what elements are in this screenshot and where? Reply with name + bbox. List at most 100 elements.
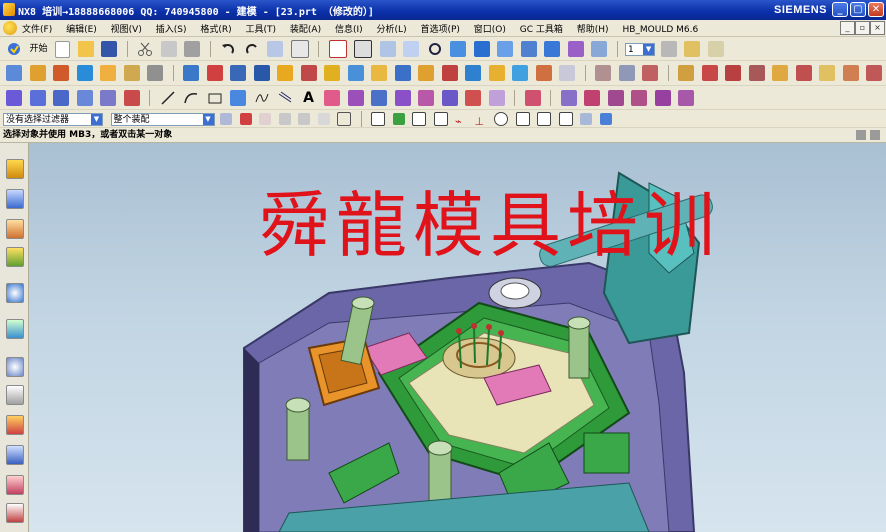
sew-icon[interactable] [418, 65, 434, 81]
sketch-offset-icon[interactable] [678, 90, 694, 106]
shaded-cube-icon[interactable] [450, 41, 467, 57]
menu-information[interactable]: 信息(I) [335, 22, 363, 35]
delete-face-icon[interactable] [535, 65, 552, 81]
mould-wizard-icon[interactable] [678, 65, 694, 81]
process-studio-icon[interactable] [6, 415, 24, 435]
menu-analysis[interactable]: 分析(L) [377, 22, 407, 35]
snap-point-icon[interactable] [259, 113, 271, 125]
status-settings-icon[interactable] [870, 130, 880, 140]
endpoint-snap-icon[interactable] [392, 113, 405, 125]
system-materials-icon[interactable] [6, 385, 24, 405]
system-scene-icon[interactable] [6, 503, 24, 523]
menu-window[interactable]: 窗口(O) [474, 22, 506, 35]
menu-view[interactable]: 视图(V) [111, 22, 142, 35]
cooling-icon[interactable] [772, 65, 788, 81]
start-icon[interactable] [6, 41, 22, 57]
selection-icon[interactable] [290, 40, 309, 58]
open-folder-icon[interactable] [77, 41, 94, 57]
doc-close-button[interactable]: × [870, 21, 885, 35]
quadrant-snap-icon[interactable] [515, 112, 530, 126]
section-view-icon[interactable] [591, 41, 608, 57]
menu-preferences[interactable]: 首选项(P) [420, 22, 459, 35]
vertex-select-icon[interactable] [317, 113, 330, 125]
pan-icon[interactable] [403, 41, 420, 57]
datum-csys-icon[interactable] [53, 90, 69, 106]
datum-plane-icon[interactable] [29, 90, 46, 106]
arc-icon[interactable] [183, 90, 199, 106]
app-menu-icon[interactable] [3, 21, 17, 35]
bridge-curve-icon[interactable] [394, 90, 411, 106]
history-icon[interactable] [6, 357, 24, 377]
measure-icon[interactable] [559, 65, 575, 81]
sketch-trim-icon[interactable] [607, 90, 624, 106]
hd3d-tools-icon[interactable] [6, 283, 24, 303]
part-navigator-icon[interactable] [6, 219, 24, 239]
chamfer-icon[interactable] [206, 65, 223, 81]
bom-icon[interactable] [866, 65, 882, 81]
mould-base-icon[interactable] [701, 65, 718, 81]
menu-hb-mould[interactable]: HB_MOULD M6.6 [622, 25, 698, 35]
intersect-curve-icon[interactable] [347, 90, 364, 106]
type-filter-select[interactable]: 没有选择过滤器 ▼ [3, 112, 103, 126]
chevron-down-icon[interactable]: ▼ [643, 43, 655, 55]
menu-format[interactable]: 格式(R) [200, 22, 231, 35]
replace-face-icon[interactable] [465, 65, 481, 81]
extract-curve-icon[interactable] [371, 90, 387, 106]
parting-icon[interactable] [819, 65, 835, 81]
boolean-icon[interactable] [76, 65, 93, 81]
assembly-navigator-icon[interactable] [6, 159, 24, 179]
doc-minimize-button[interactable]: _ [840, 21, 855, 35]
menu-assembly[interactable]: 装配(A) [290, 22, 321, 35]
menu-file[interactable]: 文件(F) [22, 22, 52, 35]
electrode-icon[interactable] [795, 65, 812, 81]
layer-settings-icon[interactable] [660, 41, 677, 57]
helix-icon[interactable] [441, 90, 458, 106]
menu-help[interactable]: 帮助(H) [577, 22, 609, 35]
fit-view-icon[interactable] [328, 40, 347, 58]
maximize-button[interactable]: ▢ [850, 2, 866, 17]
sketch-icon[interactable] [6, 90, 22, 106]
layer-select[interactable]: 1 ▼ [625, 42, 656, 56]
sketch-dimension-icon[interactable] [584, 90, 600, 106]
reuse-library-icon[interactable] [6, 247, 24, 267]
manufacturing-wizard-icon[interactable] [6, 445, 24, 465]
analysis-icon[interactable] [595, 65, 611, 81]
point-icon[interactable] [76, 90, 93, 106]
zoom-icon[interactable] [379, 41, 396, 57]
web-browser-icon[interactable] [6, 319, 24, 339]
move-face-icon[interactable] [488, 65, 505, 81]
menu-tools[interactable]: 工具(T) [246, 22, 277, 35]
datum-axis-icon[interactable] [100, 90, 116, 106]
arc-center-snap-icon[interactable]: ⊥ [475, 113, 487, 128]
point-on-face-snap-icon[interactable] [580, 113, 592, 125]
draft-icon[interactable] [253, 65, 270, 81]
line-icon[interactable] [160, 90, 176, 106]
doc-restore-button[interactable]: ▫ [855, 21, 870, 35]
start-label[interactable]: 开始 [30, 38, 48, 61]
midpoint-snap-icon[interactable] [412, 112, 426, 126]
synchronous-icon[interactable] [512, 65, 528, 81]
offset-face-icon[interactable] [324, 65, 340, 81]
sketch-constraint-icon[interactable] [560, 90, 577, 106]
hole-icon[interactable] [100, 65, 116, 81]
edge-blend-icon[interactable] [183, 65, 199, 81]
close-button[interactable]: ✕ [868, 2, 884, 17]
edit-curve-icon[interactable] [524, 90, 541, 106]
sweep-icon[interactable] [53, 65, 69, 81]
assembly-filter-select[interactable]: 整个装配 ▼ [110, 112, 215, 126]
enable-snap-icon[interactable] [371, 112, 385, 126]
circle-center-snap-icon[interactable] [494, 112, 508, 126]
divide-curve-icon[interactable] [488, 90, 505, 106]
thicken-icon[interactable] [394, 65, 411, 81]
sketch-extend-icon[interactable] [631, 90, 647, 106]
trim-curve-icon[interactable] [465, 90, 481, 106]
menu-edit[interactable]: 编辑(E) [66, 22, 97, 35]
undo-icon[interactable] [220, 41, 236, 57]
text-tool-icon[interactable]: A [301, 90, 317, 106]
show-hide-icon[interactable] [707, 41, 724, 57]
constraint-navigator-icon[interactable] [6, 189, 24, 209]
project-curve-icon[interactable] [324, 90, 340, 106]
extrude-icon[interactable] [6, 65, 22, 81]
trim-body-icon[interactable] [277, 65, 293, 81]
general-select-icon[interactable] [220, 113, 232, 125]
